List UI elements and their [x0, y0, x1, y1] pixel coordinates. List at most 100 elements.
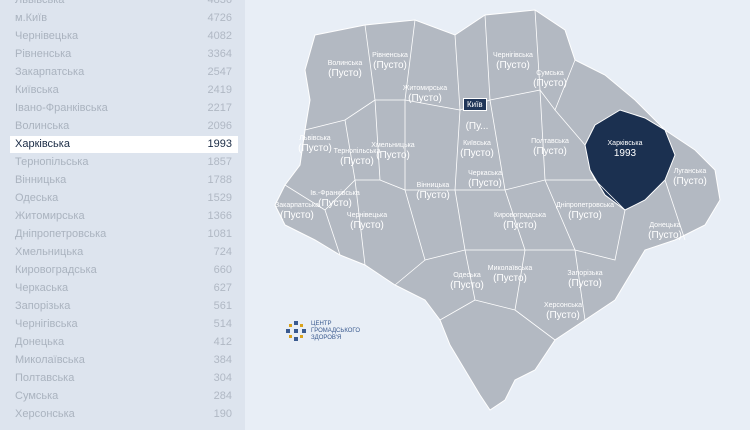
map-region-label[interactable]: Миколаївська (Пусто) — [488, 265, 532, 285]
map-region-value: (Пусто) — [350, 220, 384, 231]
region-name: Житомирська — [15, 210, 85, 222]
map-region-label[interactable]: Донецька (Пусто) — [648, 222, 682, 242]
map-region-label[interactable]: Київська (Пусто) — [460, 140, 494, 160]
map-region-name: Херсонська — [543, 302, 583, 309]
table-row[interactable]: Хмельницька 724 — [10, 244, 238, 261]
logo-icon — [286, 321, 306, 341]
region-name: Запорізька — [15, 300, 71, 312]
table-row[interactable]: Дніпропетровська 1081 — [10, 226, 238, 243]
map-region-value: (Пусто) — [673, 176, 707, 187]
table-row[interactable]: Житомирська 1366 — [10, 208, 238, 225]
map-region-name: Запорізька — [567, 270, 603, 277]
map-region-name: Рівненська — [372, 52, 408, 59]
table-row[interactable]: Кировоградська 660 — [10, 262, 238, 279]
table-row[interactable]: Закарпатська 2547 — [10, 64, 238, 81]
map-region-label[interactable]: Вінницька (Пусто) — [416, 182, 450, 202]
table-row[interactable]: Херсонська 190 — [10, 406, 238, 423]
table-row[interactable]: Миколаївська 384 — [10, 352, 238, 369]
table-row[interactable]: Чернівецька 4082 — [10, 28, 238, 45]
map-region-value: (Пусто) — [493, 273, 527, 284]
region-name: Хмельницька — [15, 246, 84, 258]
map-region-label[interactable]: Хмельницька (Пусто) — [371, 142, 414, 162]
region-value: 190 — [213, 408, 232, 420]
kyiv-tag[interactable]: Київ — [463, 98, 487, 111]
region-value: 660 — [213, 264, 232, 276]
table-row[interactable]: Сумська 284 — [10, 388, 238, 405]
region-value: 2547 — [207, 66, 232, 78]
map-region-name: Луганська — [673, 168, 707, 175]
map-region-name: Черкаська — [468, 170, 502, 177]
map-region-label[interactable]: Полтавська (Пусто) — [531, 138, 569, 158]
table-row[interactable]: Рівненська 3364 — [10, 46, 238, 63]
map-region-label[interactable]: Чернівецька (Пусто) — [347, 212, 387, 232]
region-name: Івано-Франківська — [15, 102, 108, 114]
table-row[interactable]: Чернігівська 514 — [10, 316, 238, 333]
map-region-label[interactable]: Одеська (Пусто) — [450, 272, 484, 292]
table-row[interactable]: Вінницька 1788 — [10, 172, 238, 189]
table-row[interactable]: Харківська 1993 — [10, 136, 238, 153]
map-region-value: (Пусто) — [546, 310, 580, 321]
table-row[interactable]: Одеська 1529 — [10, 190, 238, 207]
region-value: 2217 — [207, 102, 232, 114]
table-row[interactable]: Івано-Франківська 2217 — [10, 100, 238, 117]
logo: ЦЕНТР ГРОМАДСЬКОГО ЗДОРОВ'Я — [285, 320, 360, 342]
region-value: 412 — [213, 336, 232, 348]
region-value: 724 — [213, 246, 232, 258]
region-value: 4082 — [207, 30, 232, 42]
map-region-value: (Пусто) — [496, 60, 530, 71]
map-region-label[interactable]: Чернігівська (Пусто) — [493, 52, 533, 72]
table-row[interactable]: Київська 2419 — [10, 82, 238, 99]
map-region-label[interactable]: Черкаська (Пусто) — [468, 170, 502, 190]
map-region-value: (Пусто) — [298, 143, 332, 154]
map-region-label[interactable]: Харківська 1993 — [608, 140, 643, 160]
map-region-name: Львівська — [299, 135, 331, 142]
map-region-name: Кировоградська — [494, 212, 546, 219]
table-row[interactable]: Запорізька 561 — [10, 298, 238, 315]
map-region-label[interactable]: Херсонська (Пусто) — [544, 302, 582, 322]
map-region-label[interactable]: Львівська (Пусто) — [298, 135, 332, 155]
map-region-label[interactable]: Ів.-Франківська (Пусто) — [310, 190, 359, 210]
map-region-value: (Пусто) — [568, 278, 602, 289]
map-region-name: Дніпропетровська — [555, 202, 615, 209]
map-region-value: (Пусто) — [468, 178, 502, 189]
region-name: Київська — [15, 84, 59, 96]
region-value: 627 — [213, 282, 232, 294]
region-name: Закарпатська — [15, 66, 85, 78]
map-region-name: Донецька — [649, 222, 681, 229]
table-row[interactable]: м.Київ 4726 — [10, 10, 238, 27]
map-region-label[interactable]: Дніпропетровська (Пусто) — [556, 202, 614, 222]
map-region-label[interactable]: Кировоградська (Пусто) — [494, 212, 546, 232]
region-value: 4836 — [207, 0, 232, 6]
region-name: Рівненська — [15, 48, 72, 60]
map-region-value: 1993 — [613, 148, 637, 159]
region-name: Миколаївська — [15, 354, 85, 366]
region-value: 561 — [213, 300, 232, 312]
map-region-name: Полтавська — [531, 138, 569, 145]
map-region-label[interactable]: Запорізька (Пусто) — [567, 270, 602, 290]
table-row[interactable]: Черкаська 627 — [10, 280, 238, 297]
region-value: 284 — [213, 390, 232, 402]
map-region-label[interactable]: Сумська (Пусто) — [533, 70, 567, 90]
kyiv-value: (Пу... — [465, 121, 489, 132]
table-row[interactable]: Полтавська 304 — [10, 370, 238, 387]
map-region-value: (Пусто) — [568, 210, 602, 221]
map-region-label[interactable]: Рівненська (Пусто) — [372, 52, 408, 72]
map-region-label[interactable]: Луганська (Пусто) — [673, 168, 707, 188]
table-row[interactable]: Тернопільська 1857 — [10, 154, 238, 171]
region-value: 4726 — [207, 12, 232, 24]
map-region-label[interactable]: Житомирська (Пусто) — [403, 85, 447, 105]
map-region-label[interactable]: Волинська (Пусто) — [328, 60, 363, 80]
table-row[interactable]: Львівська 4836 — [10, 0, 238, 9]
region-value: 3364 — [207, 48, 232, 60]
region-name: Донецька — [15, 336, 65, 348]
map-region-name: Миколаївська — [487, 265, 533, 272]
map-region-name: Одеська — [453, 272, 481, 279]
region-name: Чернівецька — [15, 30, 79, 42]
region-name: Полтавська — [15, 372, 75, 384]
table-row[interactable]: Донецька 412 — [10, 334, 238, 351]
table-row[interactable]: Волинська 2096 — [10, 118, 238, 135]
region-value: 1529 — [207, 192, 232, 204]
region-name: м.Київ — [15, 12, 48, 24]
region-name: Чернігівська — [15, 318, 78, 330]
region-name: Харківська — [10, 136, 165, 153]
